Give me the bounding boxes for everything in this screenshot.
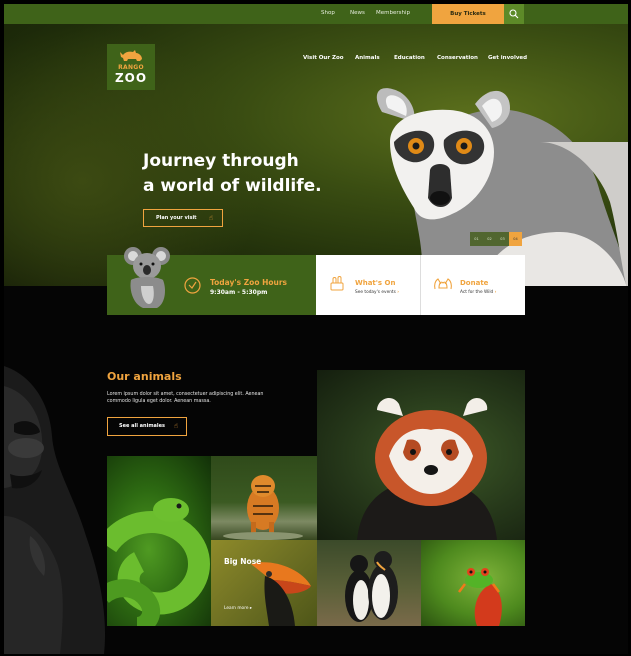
search-button[interactable] <box>504 4 524 24</box>
shop-link[interactable]: Shop <box>321 10 335 16</box>
buy-tickets-button[interactable]: Buy Tickets <box>432 4 504 24</box>
nav-conservation[interactable]: Conservation <box>437 55 478 61</box>
tree-frog-tile[interactable] <box>421 540 525 626</box>
penguins-image <box>345 551 398 622</box>
logo-text-top: RANGO <box>118 64 144 71</box>
whats-on-sub: See today's events <box>355 290 396 295</box>
hero-headline: Journey through a world of wildlife. <box>143 149 363 199</box>
slide-dot-active[interactable]: 04 <box>509 232 522 246</box>
play-arrow-icon: ▸ <box>249 606 253 611</box>
donate-card[interactable]: Donate Act for the Wild › <box>421 255 525 315</box>
featured-animal-title: Big Nose <box>224 557 262 566</box>
donate-hands-icon <box>434 278 452 290</box>
hours-value: 9:30am - 5:30pm <box>210 289 268 296</box>
nav-get-involved[interactable]: Get involved <box>488 55 527 61</box>
toucan-tile[interactable] <box>211 540 317 626</box>
frog-image <box>458 568 502 626</box>
utility-bar: Shop News Membership Buy Tickets <box>4 4 628 24</box>
news-link[interactable]: News <box>350 10 365 16</box>
rhino-icon <box>120 50 142 61</box>
slide-dot[interactable]: 01 <box>470 232 483 246</box>
info-strip: Today's Zoo Hours 9:30am - 5:30pm What's… <box>107 247 525 315</box>
hero-slider-pagination: 01 02 03 04 <box>470 225 522 246</box>
python-image <box>107 498 210 626</box>
headline-line-1: Journey through <box>143 151 299 171</box>
green-python-tile[interactable] <box>107 456 211 626</box>
nav-visit-our-zoo[interactable]: Visit Our Zoo <box>303 55 344 61</box>
koala-image <box>124 247 170 308</box>
gorilla-image <box>4 366 106 654</box>
tiger-image <box>223 475 303 540</box>
learn-more-label: Learn more <box>224 606 249 611</box>
clock-icon <box>184 277 201 294</box>
penguins-tile[interactable] <box>317 540 421 626</box>
search-icon <box>509 9 519 19</box>
hours-title: Today's Zoo Hours <box>210 278 288 287</box>
whats-on-card[interactable]: What's On See today's events › <box>316 255 420 315</box>
nav-animals[interactable]: Animals <box>355 55 380 61</box>
headline-line-2: a world of wildlife. <box>143 176 322 196</box>
tiger-tile[interactable] <box>211 456 317 540</box>
chevron-right-icon: › <box>397 290 400 295</box>
donate-title: Donate <box>460 279 489 287</box>
logo-text-bottom: ZOO <box>114 71 148 85</box>
pointer-icon: ☝ <box>173 422 178 430</box>
our-animals-description: Lorem ipsum dolor sit amet, consectetuer… <box>107 392 264 404</box>
toucan-image <box>251 562 311 626</box>
donate-sub: Act for the Wild <box>460 290 494 295</box>
donate-link[interactable]: Act for the Wild › <box>460 290 496 295</box>
whats-on-title: What's On <box>355 279 396 287</box>
nav-education[interactable]: Education <box>394 55 425 61</box>
red-panda-image <box>357 397 497 540</box>
zoo-homepage: Shop News Membership Buy Tickets RANGO Z… <box>4 4 628 654</box>
plan-visit-button[interactable]: Plan your visit ☝ <box>143 209 223 227</box>
see-all-label: See all animales <box>119 423 165 429</box>
chevron-right-icon: › <box>494 290 497 295</box>
rango-zoo-logo[interactable]: RANGO ZOO <box>107 44 155 90</box>
whats-on-link[interactable]: See today's events › <box>355 290 399 295</box>
see-all-animals-button[interactable]: See all animales ☝ <box>107 417 187 436</box>
red-panda-tile[interactable] <box>317 370 525 540</box>
plan-visit-label: Plan your visit <box>156 215 197 221</box>
slide-dot[interactable]: 03 <box>496 232 509 246</box>
membership-link[interactable]: Membership <box>376 10 410 16</box>
our-animals-title: Our animals <box>107 370 182 383</box>
pointer-icon: ☝ <box>208 214 213 222</box>
slide-dot[interactable]: 02 <box>483 232 496 246</box>
ticket-hand-icon <box>330 276 344 291</box>
learn-more-link[interactable]: Learn more ▸ <box>224 606 252 611</box>
